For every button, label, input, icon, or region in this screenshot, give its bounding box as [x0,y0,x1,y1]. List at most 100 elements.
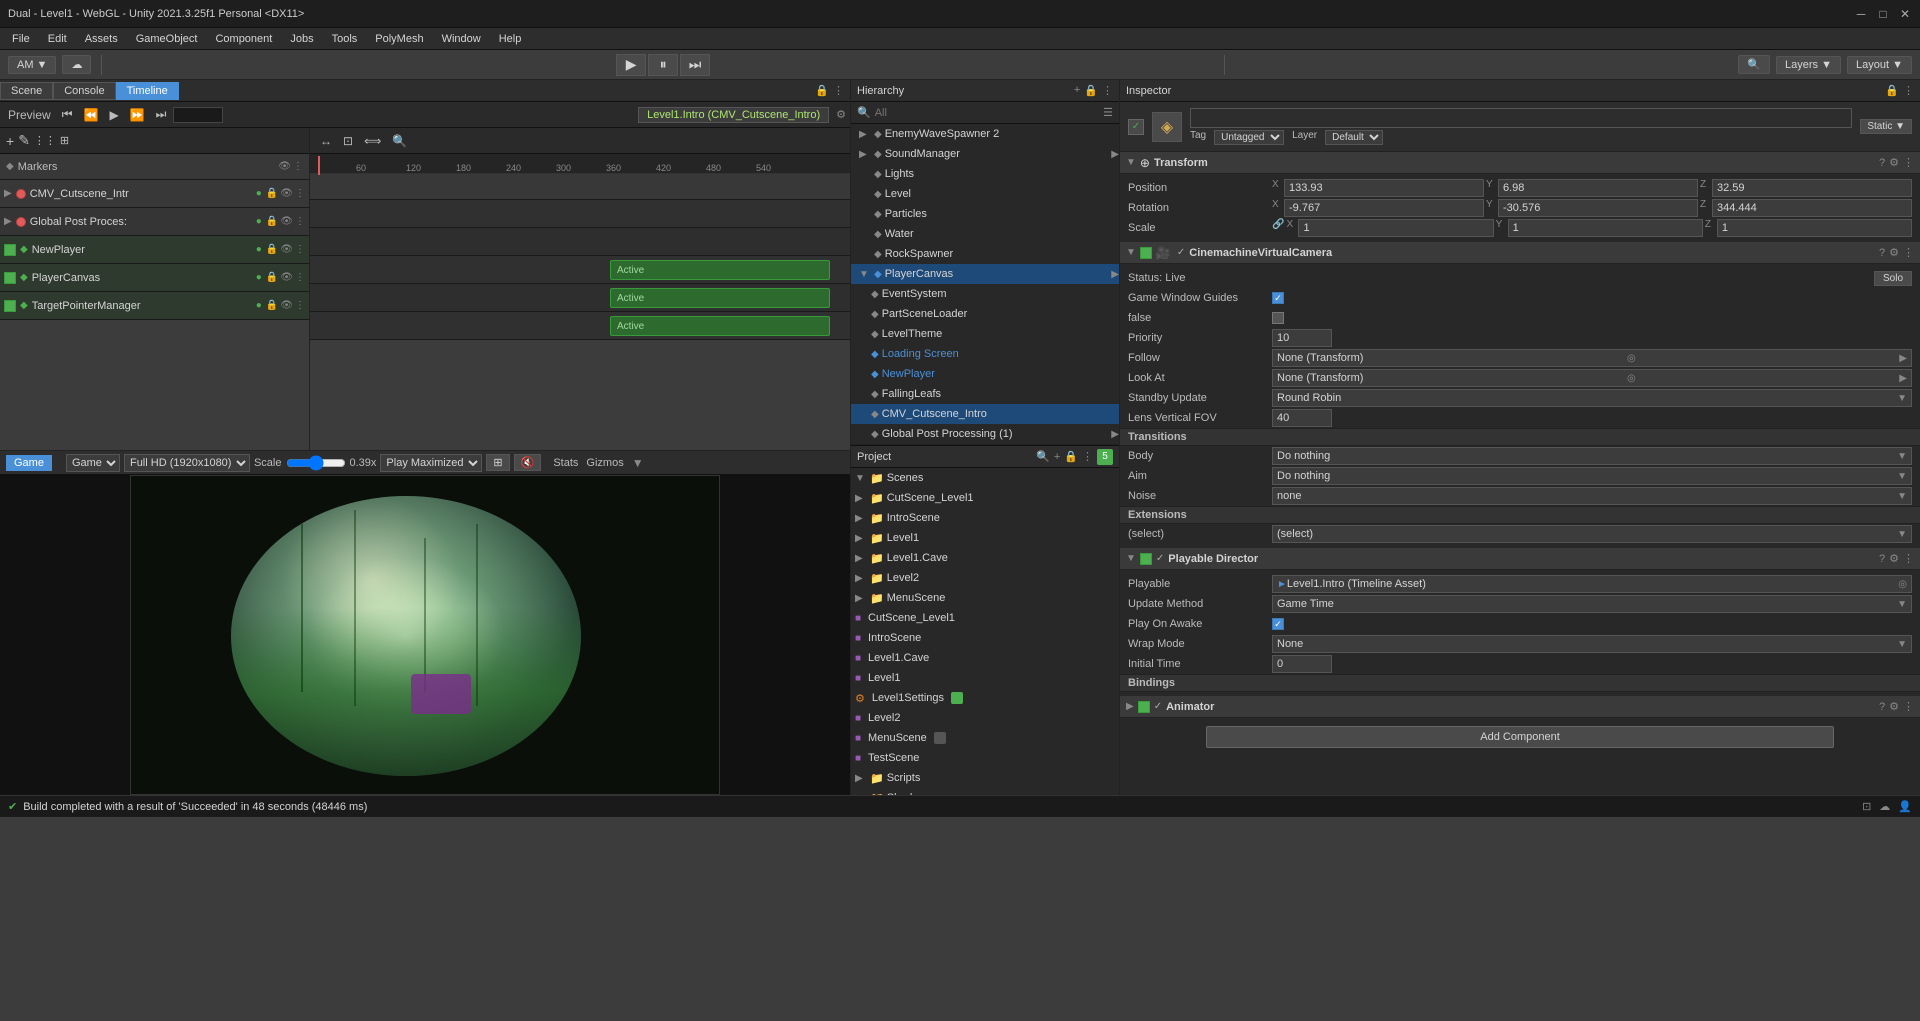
gizmos-arrow[interactable]: ▼ [632,456,644,470]
search-button[interactable]: 🔍 [1738,55,1770,74]
static-button[interactable]: Static ▼ [1860,119,1912,134]
tl-lane-1[interactable] [310,228,850,256]
position-z[interactable]: 32.59 [1712,179,1912,197]
list-item[interactable]: ▶ ◆ EnemyWaveSpawner 2 [851,124,1119,144]
update-method-dropdown[interactable]: Game Time ▼ [1272,595,1912,613]
list-item[interactable]: ■ IntroScene [851,628,1119,648]
hierarchy-lock-icon[interactable]: 🔒 [1084,84,1098,97]
track-3-lock[interactable]: 🔒 [266,272,278,283]
cmv-settings-icon[interactable]: ⚙ [1889,246,1899,259]
list-item[interactable]: ◆ FallingLeafs [851,384,1119,404]
transform-header[interactable]: ▼ ⊕ Transform ? ⚙ ⋮ [1120,152,1920,174]
playable-director-header[interactable]: ▼ ✓ Playable Director ? ⚙ ⋮ [1120,548,1920,570]
initial-time-value[interactable]: 0 [1272,655,1332,673]
track-4-lock[interactable]: 🔒 [266,300,278,311]
playable-dropdown[interactable]: ► Level1.Intro (Timeline Asset) ◎ [1272,575,1912,593]
list-item[interactable]: ◆ RockSpawner [851,244,1119,264]
maximize-game-btn[interactable]: ⊞ [486,454,509,471]
rotation-x[interactable]: -9.767 [1284,199,1484,217]
scale-slider[interactable] [286,455,346,471]
maximize-button[interactable]: □ [1876,7,1890,21]
look-at-dropdown[interactable]: None (Transform) ◎ ▶ [1272,369,1912,387]
solo-button[interactable]: Solo [1874,271,1912,286]
track-2-lock[interactable]: 🔒 [266,244,278,255]
anim-menu-icon[interactable]: ⋮ [1903,700,1914,713]
list-item[interactable]: ■ Level2 [851,708,1119,728]
transform-menu-icon[interactable]: ⋮ [1903,156,1914,169]
track-1-lock[interactable]: 🔒 [266,216,278,227]
game-resolution-select[interactable]: Full HD (1920x1080) [124,454,250,472]
hierarchy-menu-icon[interactable]: ⋮ [1102,84,1113,97]
hierarchy-filter-icon[interactable]: ☰ [1103,106,1113,119]
tl-clip-active-0[interactable]: Active [610,260,830,280]
track-3-menu[interactable]: ⋮ [295,272,305,283]
list-item[interactable]: ▶ 📁 IntroScene [851,508,1119,528]
tl-play-btn[interactable]: ▶ [105,106,122,124]
timeline-lock-icon[interactable]: 🔒 [815,84,829,97]
game-display-select[interactable]: Game [66,454,120,472]
position-y[interactable]: 6.98 [1498,179,1698,197]
menu-assets[interactable]: Assets [77,31,126,47]
track-0-eye[interactable]: 👁 [280,188,293,199]
list-item[interactable]: ◆ NewPlayer [851,364,1119,384]
track-1-menu[interactable]: ⋮ [295,216,305,227]
track-3-eye[interactable]: 👁 [280,272,293,283]
add-component-button[interactable]: Add Component [1206,726,1833,748]
object-active-check[interactable]: ✓ [1128,119,1144,135]
track-4-eye[interactable]: 👁 [280,300,293,311]
tl-prev-btn[interactable]: ⏪ [80,106,103,124]
list-item[interactable]: ■ Level1 [851,668,1119,688]
list-item[interactable]: ◆ CMV_Cutscene_Intro [851,404,1119,424]
timeline-preview-btn[interactable]: Preview [4,106,55,124]
tl-lane-0[interactable] [310,200,850,228]
scale-z[interactable]: 1 [1717,219,1912,237]
track-2-check[interactable] [4,244,16,256]
object-name-input[interactable]: CMV_Cutscene_Intro [1190,108,1852,128]
list-item[interactable]: ◆ LevelTheme [851,324,1119,344]
markers-menu-icon[interactable]: ⋮ [293,161,303,172]
list-item[interactable]: ■ MenuScene [851,728,1119,748]
list-item[interactable]: ◆ Global Post Processing (1) ▶ [851,424,1119,444]
pd-check[interactable] [1140,553,1152,565]
tl-tool-btn[interactable]: ✎ [18,132,30,149]
scale-link-icon[interactable]: 🔗 [1272,219,1284,237]
menu-component[interactable]: Component [207,31,280,47]
pd-settings-icon[interactable]: ⚙ [1889,552,1899,565]
account-button[interactable]: AM ▼ [8,56,56,74]
list-item[interactable]: ▶ ◆ SoundManager ▶ [851,144,1119,164]
list-item[interactable]: ■ CutScene_Level1 [851,608,1119,628]
tl-clip-active-2[interactable]: Active [610,316,830,336]
anim-check-mark[interactable]: ✓ [1154,701,1162,712]
track-4-menu[interactable]: ⋮ [295,300,305,311]
cinemachine-header[interactable]: ▼ 🎥 ✓ CinemachineVirtualCamera ? ⚙ ⋮ [1120,242,1920,264]
track-2-eye[interactable]: 👁 [280,244,293,255]
menu-polypererfect[interactable]: PolyMesh [367,31,431,47]
transform-help-icon[interactable]: ? [1879,157,1885,169]
list-item[interactable]: ◆ Level [851,184,1119,204]
cmv-help-icon[interactable]: ? [1879,247,1885,259]
sdp-checkbox[interactable] [1272,312,1284,324]
menu-gameobject[interactable]: GameObject [128,31,206,47]
tl-move-tool[interactable]: ↔ [316,132,336,150]
cloud-button[interactable]: ☁ [62,55,91,74]
list-item[interactable]: ■ TestScene [851,748,1119,768]
body-dropdown[interactable]: Do nothing ▼ [1272,447,1912,465]
list-item[interactable]: ▼ 📁 Scenes [851,468,1119,488]
menu-file[interactable]: File [4,31,38,47]
gizmos-label[interactable]: Gizmos [586,457,623,469]
tab-scene[interactable]: Scene [0,82,53,100]
track-2-menu[interactable]: ⋮ [295,244,305,255]
inspector-lock-icon[interactable]: 🔒 [1885,84,1899,97]
tl-timecode-input[interactable]: 0 [173,107,223,123]
list-item[interactable]: ◆ Water [851,224,1119,244]
pause-button[interactable]: ⏸ [648,54,678,76]
timeline-menu-icon[interactable]: ⋮ [833,84,844,97]
list-item[interactable]: ⚙ Level1Settings [851,688,1119,708]
project-lock-btn[interactable]: 🔒 [1064,449,1078,465]
cmv-check-mark[interactable]: ✓ [1177,247,1185,258]
mute-btn[interactable]: 🔇 [514,454,542,471]
hierarchy-add-icon[interactable]: + [1074,84,1080,97]
list-item[interactable]: ▼ ◆ PlayerCanvas ▶ [851,264,1119,284]
close-button[interactable]: ✕ [1898,7,1912,21]
play-on-awake-check[interactable] [1272,618,1284,630]
